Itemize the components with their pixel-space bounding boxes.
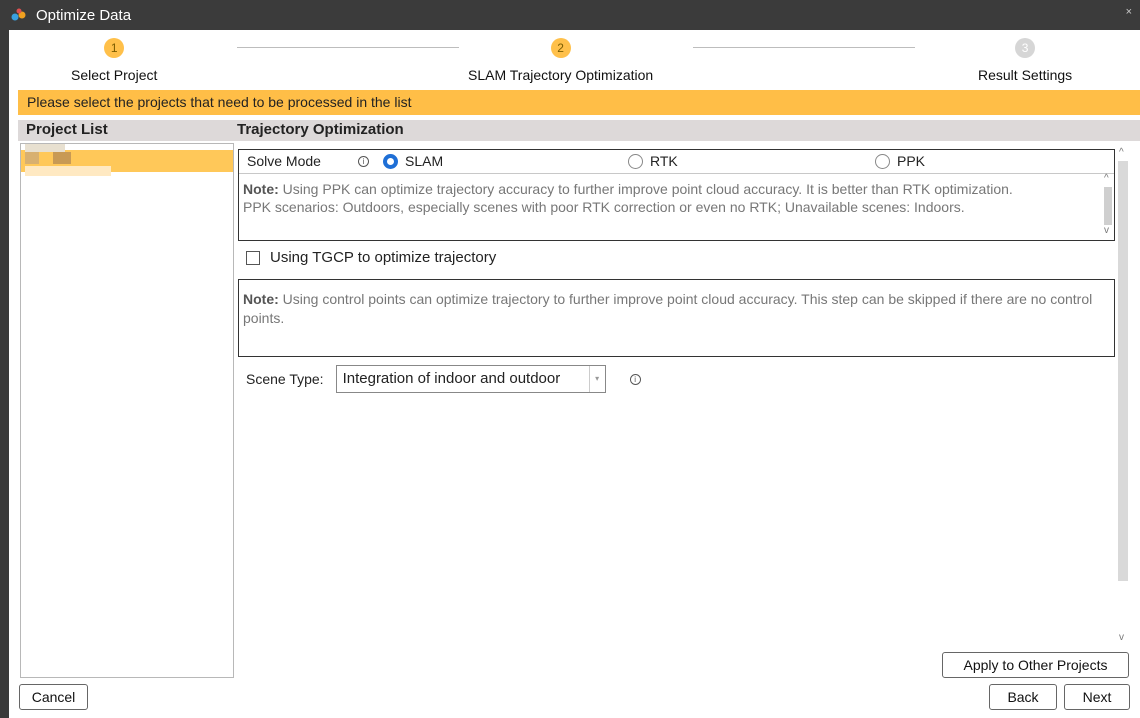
title-bar: Optimize Data × <box>0 0 1140 30</box>
step-slam-trajectory: 2 SLAM Trajectory Optimization <box>468 38 653 83</box>
note-bold-label: Note: <box>243 181 279 197</box>
blurred-project-name <box>53 152 71 164</box>
scene-type-label: Scene Type: <box>246 371 324 387</box>
tgcp-checkbox[interactable]: Using TGCP to optimize trajectory <box>246 249 496 266</box>
step-label: SLAM Trajectory Optimization <box>468 67 654 83</box>
project-list-header: Project List <box>26 121 108 138</box>
blurred-project-name <box>25 144 65 152</box>
step-label: Result Settings <box>978 67 1073 83</box>
solve-mode-box: Solve Mode i SLAM RTK PPK Note: Using PP… <box>238 149 1115 241</box>
chevron-down-icon[interactable]: ▾ <box>588 366 605 392</box>
scroll-up-icon[interactable]: ^ <box>1119 147 1124 158</box>
instruction-banner: Please select the projects that need to … <box>18 90 1140 115</box>
radio-ppk[interactable]: PPK <box>875 153 925 169</box>
note-text: Using control points can optimize trajec… <box>243 291 1093 326</box>
trajectory-optimization-panel: Solve Mode i SLAM RTK PPK Note: Using PP… <box>238 143 1140 683</box>
blurred-project-name <box>25 152 39 164</box>
scroll-thumb[interactable] <box>1118 161 1128 581</box>
close-icon[interactable]: × <box>1126 6 1132 18</box>
radio-label: RTK <box>650 153 678 169</box>
apply-to-other-projects-button[interactable]: Apply to Other Projects <box>942 652 1129 678</box>
step-number: 2 <box>550 38 571 58</box>
scene-type-value: Integration of indoor and outdoor <box>342 370 561 387</box>
back-button[interactable]: Back <box>989 684 1057 710</box>
radio-label: PPK <box>897 153 926 169</box>
panel-scrollbar[interactable]: ^ v <box>1116 147 1129 647</box>
window-title: Optimize Data <box>36 6 132 24</box>
note-scrollbar[interactable]: ^ v <box>1101 173 1114 240</box>
tgcp-label: Using TGCP to optimize trajectory <box>270 249 497 266</box>
project-list[interactable] <box>20 143 234 678</box>
scroll-down-icon[interactable]: v <box>1119 632 1124 643</box>
scroll-thumb[interactable] <box>1104 187 1112 225</box>
checkbox-icon[interactable] <box>246 250 260 265</box>
step-connector <box>237 47 459 48</box>
radio-unselected-icon <box>875 153 890 169</box>
optimize-data-dialog: 1 Select Project 2 SLAM Trajectory Optim… <box>9 30 1140 718</box>
ppk-note: Note: Using PPK can optimize trajectory … <box>239 174 1101 240</box>
radio-unselected-icon <box>628 153 643 169</box>
trajectory-header: Trajectory Optimization <box>237 121 404 138</box>
solve-mode-label: Solve Mode <box>247 153 321 169</box>
scroll-up-icon[interactable]: ^ <box>1104 173 1109 184</box>
radio-selected-icon <box>383 153 398 169</box>
radio-slam[interactable]: SLAM <box>383 153 443 169</box>
note-bold-label: Note: <box>243 291 279 307</box>
step-connector <box>693 47 915 48</box>
radio-label: SLAM <box>405 153 444 169</box>
step-select-project: 1 Select Project <box>71 38 157 83</box>
note-text-line2: PPK scenarios: Outdoors, especially scen… <box>243 199 965 215</box>
step-result-settings: 3 Result Settings <box>978 38 1072 83</box>
app-logo-icon <box>10 6 28 24</box>
scroll-down-icon[interactable]: v <box>1104 225 1109 236</box>
info-icon[interactable]: i <box>629 373 641 385</box>
step-number: 1 <box>104 38 125 58</box>
control-points-note: Note: Using control points can optimize … <box>238 279 1115 357</box>
blurred-project-name <box>25 166 111 176</box>
scene-type-select[interactable]: Integration of indoor and outdoor ▾ <box>335 365 606 393</box>
info-icon[interactable]: i <box>358 156 369 167</box>
note-text: Using PPK can optimize trajectory accura… <box>278 181 1013 197</box>
cancel-button[interactable]: Cancel <box>19 684 88 710</box>
column-headers: Project List Trajectory Optimization <box>18 120 1140 141</box>
solve-mode-row: Solve Mode i SLAM RTK PPK <box>239 150 1114 174</box>
wizard-stepper: 1 Select Project 2 SLAM Trajectory Optim… <box>9 30 1140 90</box>
scene-type-row: Scene Type: Integration of indoor and ou… <box>246 365 641 393</box>
radio-rtk[interactable]: RTK <box>628 153 678 169</box>
next-button[interactable]: Next <box>1064 684 1130 710</box>
step-number: 3 <box>1015 38 1036 58</box>
step-label: Select Project <box>71 67 158 83</box>
